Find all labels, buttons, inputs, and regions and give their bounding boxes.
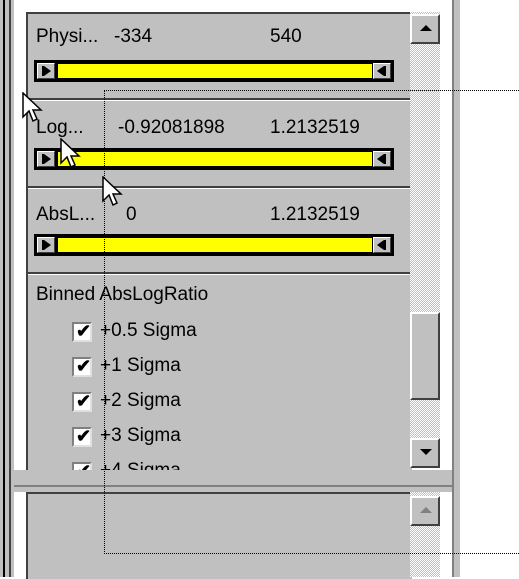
checkbox-1-sigma[interactable]: ✔ (72, 356, 92, 377)
mouse-pointer-icon (22, 92, 43, 123)
slider-right-arrow-icon (42, 240, 51, 250)
row-name-physical: Physi... (36, 26, 99, 47)
frame-line (9, 0, 11, 577)
checkbox-2-sigma[interactable]: ✔ (72, 391, 92, 412)
check-mark-icon: ✔ (76, 426, 92, 446)
row-name-abslog: AbsL... (36, 204, 96, 225)
check-mark-icon: ✔ (76, 356, 92, 376)
slider-right-arrow-icon (42, 66, 51, 76)
scroll-up-button[interactable] (410, 14, 440, 44)
mouse-pointer-icon (102, 176, 123, 207)
checkbox-4-sigma[interactable]: ✔ (72, 460, 92, 470)
range-slider-physical[interactable] (34, 60, 394, 82)
frame-line (3, 0, 5, 577)
slider-min-handle[interactable] (37, 237, 55, 253)
slider-min-handle[interactable] (37, 151, 55, 167)
slider-left-arrow-icon (377, 66, 386, 76)
slider-right-arrow-icon (42, 154, 51, 164)
check-mark-icon: ✔ (76, 391, 92, 411)
scroll-up-icon (420, 25, 432, 31)
slider-max-handle[interactable] (373, 63, 391, 79)
check-mark-icon: ✔ (76, 460, 91, 470)
slider-range-fill[interactable] (58, 64, 372, 78)
slider-min-handle[interactable] (37, 63, 55, 79)
row-min-physical: -334 (114, 26, 153, 47)
mouse-pointer-icon (60, 138, 81, 169)
checkbox-3-sigma[interactable]: ✔ (72, 426, 92, 447)
drag-selection-rectangle (104, 90, 519, 554)
window-frame-left (0, 0, 14, 577)
row-max-physical: 540 (270, 26, 302, 47)
checkbox-0.5-sigma[interactable]: ✔ (72, 321, 92, 342)
check-mark-icon: ✔ (76, 321, 92, 341)
